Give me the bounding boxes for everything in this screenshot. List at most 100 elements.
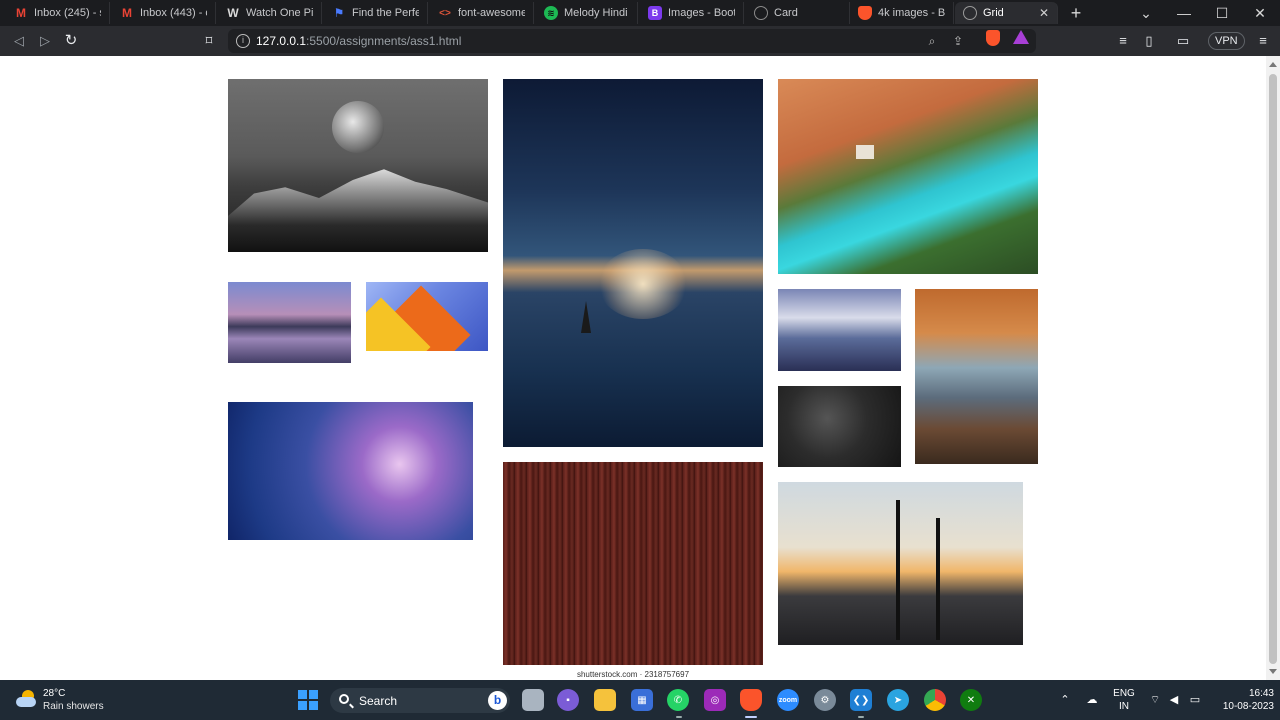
dark-leaves-image [778,386,901,467]
storm-clouds-image [228,402,473,540]
moon-shape [332,101,384,153]
show-hidden-icons-chevron-icon[interactable]: ⌃ [1058,693,1072,707]
hut-shape [856,145,874,159]
close-window-button[interactable]: ✕ [1250,4,1270,22]
globe-icon [963,6,977,20]
material-abstract-image [366,282,488,351]
palm-trunk-shape [896,500,900,640]
brave-rewards-icon[interactable] [1013,30,1029,44]
clock-date[interactable]: 10-08-2023 [1212,701,1274,712]
site-info-icon[interactable]: i [236,34,250,48]
volume-icon[interactable]: ◀ [1167,693,1181,707]
mountain-shape [228,169,488,252]
tab-grid[interactable]: Grid ✕ [955,2,1058,24]
new-tab-button[interactable]: + [1066,4,1086,22]
image-caption: shutterstock.com · 2318757697 [576,670,690,679]
weather-temperature[interactable]: 28°C [43,688,65,699]
microsoft-store-icon[interactable]: ▦ [631,689,653,711]
scroll-up-icon[interactable] [1269,62,1277,67]
battery-icon[interactable]: ▭ [1188,693,1202,707]
start-button[interactable] [297,689,319,711]
sidebar-icon[interactable]: ▯ [1140,32,1158,50]
whatsapp-icon[interactable]: ✆ [667,689,689,711]
anime-icon: W [227,6,239,20]
wood-texture-image [503,462,763,665]
share-icon[interactable]: ⇪ [950,33,966,49]
palm-sunset-image [778,482,1023,645]
xbox-icon[interactable]: ✕ [960,689,982,711]
close-tab-icon[interactable]: ✕ [1039,6,1049,20]
zoom-app-icon[interactable]: zoom [777,689,799,711]
language-indicator[interactable]: ENG [1110,688,1138,699]
maximize-button[interactable]: ☐ [1212,4,1232,22]
back-icon[interactable]: ◁ [10,32,28,50]
light-glow-shape [598,249,688,319]
playlist-icon[interactable]: ≡ [1114,32,1132,50]
settings-gear-icon[interactable]: ⚙ [814,689,836,711]
vscode-icon[interactable]: ❮❯ [850,689,872,711]
chrome-icon[interactable] [924,689,946,711]
teams-chat-icon[interactable]: ▪ [557,689,579,711]
tab-inbox-245[interactable]: M Inbox (245) - son [6,2,110,24]
tab-font-awesome[interactable]: <> font-awesome [430,2,534,24]
reload-icon[interactable]: ↻ [62,32,80,50]
browser-toolbar: ◁ ▷ ↻ ⌑ i 127.0.0.1:5500/assignments/ass… [0,26,1280,56]
app-icon[interactable]: ◎ [704,689,726,711]
river-aerial-image [778,79,1038,274]
taskbar-search[interactable]: Search b [330,688,510,713]
running-indicator [676,716,682,718]
file-explorer-icon[interactable] [594,689,616,711]
page-viewport: shutterstock.com · 2318757697 [0,56,1280,680]
onedrive-cloud-icon[interactable]: ☁ [1085,693,1099,707]
galaxy-sailboat-image [503,79,763,447]
minimize-button[interactable]: — [1174,4,1194,22]
spotify-icon: ≋ [544,6,558,20]
wallet-icon[interactable]: ▭ [1174,32,1192,50]
brave-browser-icon[interactable] [740,689,762,711]
mountain-moon-image [228,79,488,252]
task-view-icon[interactable] [522,689,544,711]
tab-card[interactable]: Card [746,2,850,24]
tab-inbox-443[interactable]: M Inbox (443) - cc [112,2,216,24]
page-scrollbar[interactable] [1266,56,1280,680]
zoom-icon[interactable]: ⌕ [924,33,940,49]
tab-images-bootstrap[interactable]: B Images - Bootstr [640,2,744,24]
scroll-down-icon[interactable] [1269,669,1277,674]
vpn-button[interactable]: VPN [1208,32,1245,50]
tab-watch-one-piece[interactable]: W Watch One Piece [218,2,322,24]
bookmark-icon[interactable]: ⌑ [200,32,218,50]
tab-4k-images-brave[interactable]: 4k images - Brav [850,2,954,24]
search-label: Search [359,694,398,708]
weather-icon[interactable] [16,688,38,710]
bootstrap-icon: B [648,6,662,20]
autumn-lake-image [915,289,1038,464]
running-indicator [858,716,864,718]
tab-strip: M Inbox (245) - son M Inbox (443) - cc W… [0,0,1280,26]
code-icon: <> [439,7,451,19]
tab-melody-hindi[interactable]: ≋ Melody Hindi Sc [536,2,638,24]
purple-lake-image [228,282,351,363]
cloud-shape [16,697,36,707]
windows-icon [298,690,318,710]
gmail-icon: M [16,6,26,20]
tab-find-the-perfect[interactable]: ⚑ Find the Perfect [324,2,428,24]
brave-shield-icon[interactable] [986,30,1000,46]
gmail-icon: M [122,6,132,20]
region-indicator[interactable]: IN [1110,701,1138,712]
scrollbar-thumb[interactable] [1269,74,1277,664]
brave-icon [858,6,872,20]
wifi-icon[interactable]: ⌔ [1148,693,1162,707]
search-icon [339,694,349,704]
sailboat-shape [581,301,591,333]
url-text[interactable]: 127.0.0.1:5500/assignments/ass1.html [256,34,461,48]
bing-icon[interactable]: b [488,691,507,710]
clock-time[interactable]: 16:43 [1212,688,1274,699]
windows-taskbar: 28°C Rain showers Search b ▪ ▦ ✆ ◎ zoom … [0,680,1280,720]
weather-description[interactable]: Rain showers [43,701,104,712]
telegram-icon[interactable]: ➤ [887,689,909,711]
forward-icon[interactable]: ▷ [36,32,54,50]
tab-search-dropdown-icon[interactable]: ⌄ [1136,4,1156,22]
active-indicator [745,716,757,718]
menu-icon[interactable]: ≡ [1254,32,1272,50]
address-bar[interactable]: i 127.0.0.1:5500/assignments/ass1.html ⌕… [228,29,1036,53]
